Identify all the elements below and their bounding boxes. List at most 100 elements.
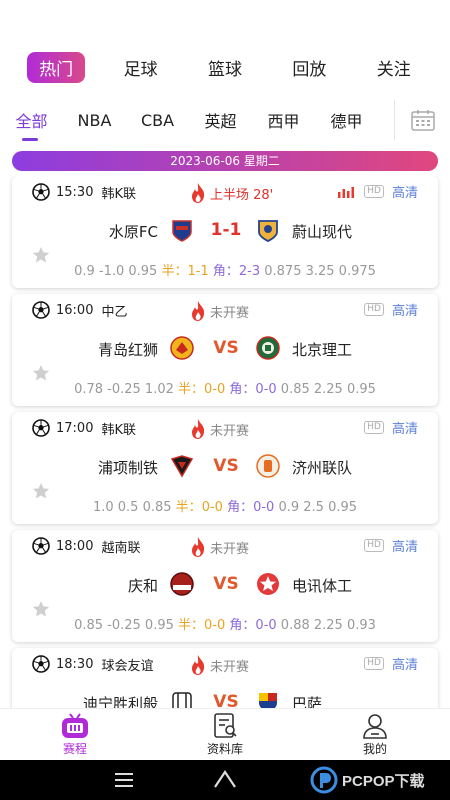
half-label: 半： bbox=[178, 618, 205, 633]
match-card[interactable]: 15:30 韩K联 上半场 28' HD 高清 水原FC 1-1 蔚山现代 0.… bbox=[12, 176, 438, 288]
corner-score: 0-0 bbox=[255, 618, 277, 633]
match-time: 16:00 bbox=[56, 302, 94, 318]
away-team-logo bbox=[256, 336, 280, 360]
soccer-ball-icon bbox=[32, 301, 50, 319]
menu-icon[interactable] bbox=[114, 772, 134, 788]
corner-label: 角： bbox=[229, 618, 256, 633]
live-signal-icon bbox=[338, 186, 355, 198]
status-bar-area bbox=[0, 0, 450, 48]
tab-la-liga[interactable]: 西甲 bbox=[252, 108, 315, 132]
odds-line: 0.9 -1.0 0.95 半：1-1 角：2-3 0.875 3.25 0.9… bbox=[12, 260, 438, 279]
home-team-logo bbox=[170, 572, 194, 596]
match-time: 18:00 bbox=[56, 538, 94, 554]
tab-hot[interactable]: 热门 bbox=[27, 51, 86, 83]
nav-profile[interactable]: 我的 bbox=[300, 709, 450, 760]
away-team: 济州联队 bbox=[292, 459, 353, 477]
date-header: 2023-06-06 星期二 bbox=[12, 151, 438, 171]
match-card[interactable]: 18:30 球会友谊 未开赛 HD 高清 迪宁胜利般 VS 巴萨 bbox=[12, 648, 438, 708]
corner-score: 2-3 bbox=[238, 264, 261, 279]
hd-badge-icon: HD bbox=[364, 185, 384, 198]
tab-all[interactable]: 全部 bbox=[0, 108, 63, 141]
half-label: 半： bbox=[161, 264, 188, 279]
league-tab-bar: 全部 NBA CBA 英超 西甲 德甲 bbox=[0, 100, 450, 141]
match-status: 未开赛 bbox=[210, 305, 250, 321]
home-team-logo bbox=[172, 220, 192, 242]
half-label: 半： bbox=[178, 382, 205, 397]
tab-bundesliga[interactable]: 德甲 bbox=[315, 108, 378, 132]
away-team-logo bbox=[256, 454, 280, 478]
odds-left: 1.0 0.5 0.85 bbox=[92, 500, 172, 515]
match-score: VS bbox=[213, 574, 239, 594]
match-time: 18:30 bbox=[56, 656, 94, 672]
watermark-text: PCPOP下载 bbox=[342, 772, 425, 790]
home-team-logo bbox=[170, 455, 194, 478]
match-card[interactable]: 17:00 韩K联 未开赛 HD 高清 浦项制铁 VS 济州联队 1.0 0.5… bbox=[12, 412, 438, 524]
tab-follow[interactable]: 关注 bbox=[365, 52, 423, 83]
bottom-nav: 赛程 资料库 我的 bbox=[0, 708, 450, 760]
document-search-icon bbox=[214, 713, 237, 738]
nav-schedule[interactable]: 赛程 bbox=[0, 709, 150, 760]
user-icon bbox=[363, 714, 387, 739]
home-icon[interactable] bbox=[212, 769, 238, 789]
odds-line: 0.85 -0.25 0.95 半：0-0 角：0-0 0.88 2.25 0.… bbox=[12, 614, 438, 633]
odds-line: 1.0 0.5 0.85 半：0-0 角：0-0 0.9 2.5 0.95 bbox=[12, 496, 438, 515]
hd-badge-icon: HD bbox=[364, 421, 384, 434]
odds-right: 0.88 2.25 0.93 bbox=[280, 618, 376, 633]
soccer-ball-icon bbox=[32, 419, 50, 437]
soccer-ball-icon bbox=[32, 537, 50, 555]
away-team: 巴萨 bbox=[292, 695, 323, 708]
half-score: 0-0 bbox=[204, 382, 226, 397]
odds-left: 0.9 -1.0 0.95 bbox=[74, 264, 158, 279]
home-team-logo bbox=[172, 692, 192, 708]
calendar-button[interactable] bbox=[394, 100, 450, 140]
match-time: 17:00 bbox=[56, 420, 94, 436]
tab-basketball[interactable]: 篮球 bbox=[196, 52, 254, 83]
nav-profile-label: 我的 bbox=[362, 742, 387, 756]
nav-database[interactable]: 资料库 bbox=[150, 709, 300, 760]
hd-stream-link[interactable]: 高清 bbox=[392, 182, 418, 201]
hd-badge-icon: HD bbox=[364, 657, 384, 670]
match-card[interactable]: 18:00 越南联 未开赛 HD 高清 庆和 VS 电讯体工 0.85 -0.2… bbox=[12, 530, 438, 642]
match-score: VS bbox=[213, 456, 239, 476]
flame-icon bbox=[192, 183, 205, 203]
tab-cba[interactable]: CBA bbox=[126, 111, 189, 130]
match-status: 上半场 28' bbox=[210, 187, 274, 203]
tab-nba[interactable]: NBA bbox=[63, 111, 126, 130]
match-card[interactable]: 16:00 中乙 未开赛 HD 高清 青岛红狮 VS 北京理工 0.78 -0.… bbox=[12, 294, 438, 406]
pcpop-logo-icon bbox=[310, 766, 338, 794]
hd-stream-link[interactable]: 高清 bbox=[392, 536, 418, 555]
match-time: 15:30 bbox=[56, 184, 94, 200]
tab-replay[interactable]: 回放 bbox=[280, 52, 338, 83]
corner-label: 角： bbox=[227, 500, 254, 515]
hd-stream-link[interactable]: 高清 bbox=[392, 300, 418, 319]
calendar-icon bbox=[410, 110, 435, 131]
league-name: 越南联 bbox=[101, 540, 141, 556]
flame-icon bbox=[192, 301, 205, 321]
watermark-logo: PCPOP下载 bbox=[310, 766, 425, 794]
home-team: 浦项制铁 bbox=[97, 459, 158, 477]
tv-schedule-icon bbox=[62, 713, 88, 738]
match-status: 未开赛 bbox=[210, 541, 250, 557]
tab-premier-league[interactable]: 英超 bbox=[189, 108, 252, 132]
away-team: 电讯体工 bbox=[292, 577, 353, 595]
hd-stream-link[interactable]: 高清 bbox=[392, 654, 418, 673]
match-list[interactable]: 15:30 韩K联 上半场 28' HD 高清 水原FC 1-1 蔚山现代 0.… bbox=[0, 176, 450, 708]
match-score: VS bbox=[213, 338, 239, 358]
tab-football[interactable]: 足球 bbox=[112, 52, 170, 83]
away-team: 蔚山现代 bbox=[292, 223, 353, 241]
odds-left: 0.78 -0.25 1.02 bbox=[74, 382, 174, 397]
odds-line: 0.78 -0.25 1.02 半：0-0 角：0-0 0.85 2.25 0.… bbox=[12, 378, 438, 397]
away-team: 北京理工 bbox=[292, 341, 353, 359]
away-team-logo bbox=[257, 573, 279, 595]
nav-database-label: 资料库 bbox=[206, 742, 243, 756]
odds-right: 0.85 2.25 0.95 bbox=[280, 382, 376, 397]
odds-left: 0.85 -0.25 0.95 bbox=[74, 618, 174, 633]
league-name: 球会友谊 bbox=[101, 658, 154, 674]
flame-icon bbox=[192, 537, 205, 557]
league-name: 中乙 bbox=[101, 304, 128, 320]
hd-stream-link[interactable]: 高清 bbox=[392, 418, 418, 437]
flame-icon bbox=[192, 419, 205, 439]
match-score: 1-1 bbox=[210, 220, 242, 240]
match-status: 未开赛 bbox=[210, 659, 250, 675]
away-team-logo bbox=[259, 693, 277, 708]
